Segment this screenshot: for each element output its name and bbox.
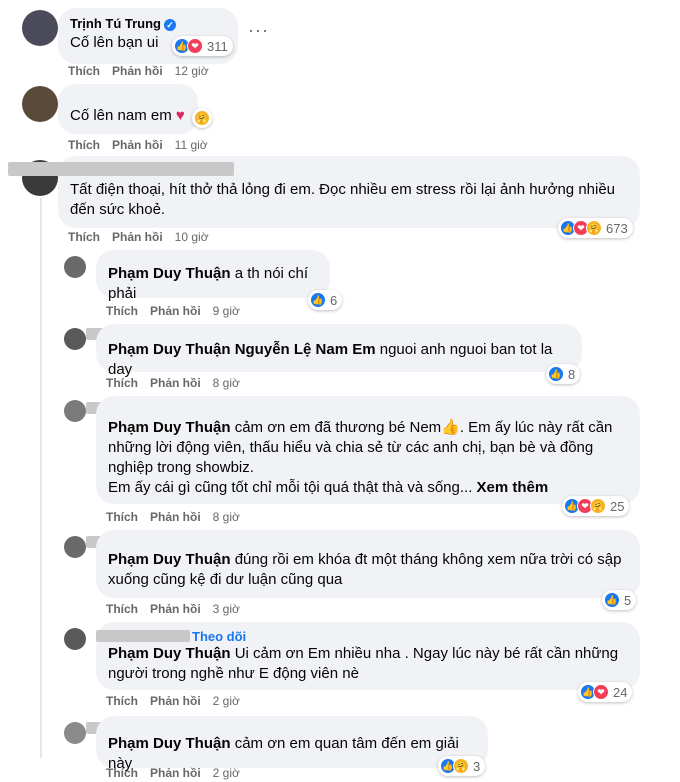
reaction-count: 24 (613, 684, 628, 700)
reaction-summary[interactable]: 👍 ❤ 24 (578, 682, 633, 702)
reply-button[interactable]: Phản hồi (150, 694, 201, 708)
reply-button[interactable]: Phản hồi (150, 304, 201, 318)
avatar[interactable] (64, 400, 86, 422)
redacted-name (96, 630, 190, 642)
verified-icon: ✓ (164, 18, 176, 31)
timestamp[interactable]: 8 giờ (213, 510, 240, 524)
reaction-summary[interactable]: 🤗 (192, 108, 212, 128)
mention[interactable]: Phạm Duy Thuận (108, 645, 231, 662)
timestamp[interactable]: 8 giờ (213, 376, 240, 390)
reply-button[interactable]: Phản hồi (150, 510, 201, 524)
reaction-summary[interactable]: 👍 ❤ 311 (172, 36, 233, 56)
mention[interactable]: Nguyễn Lệ Nam Em (235, 341, 376, 358)
mention[interactable]: Phạm Duy Thuận (108, 419, 231, 436)
comment-actions: Thích Phản hồi 12 giờ (68, 64, 221, 78)
reply-button[interactable]: Phản hồi (112, 64, 163, 78)
mention[interactable]: Phạm Duy Thuận (108, 551, 231, 568)
reply-button[interactable]: Phản hồi (150, 376, 201, 390)
comment-text: Tất điện thoại, hít thở thả lỏng đi em. … (70, 181, 616, 218)
timestamp[interactable]: 11 giờ (175, 138, 208, 152)
like-button[interactable]: Thích (106, 304, 138, 318)
reply-bubble: Phạm Duy Thuận a th nói chí phải (96, 250, 330, 302)
timestamp[interactable]: 3 giờ (213, 602, 240, 616)
like-icon: 👍 (310, 292, 326, 308)
mention[interactable]: Phạm Duy Thuận (108, 341, 231, 358)
reply-text-continued: Em ấy cái gì cũng tốt chỉ mỗi tội quá th… (108, 479, 473, 496)
reaction-count: 3 (473, 758, 481, 774)
like-button[interactable]: Thích (68, 64, 100, 78)
reply-bubble: Phạm Duy Thuận đúng rồi em khóa đt một t… (96, 530, 640, 598)
reply-bubble: Phạm Duy Thuận cảm ơn em quan tâm đến em… (96, 716, 488, 772)
avatar[interactable] (64, 722, 86, 744)
like-button[interactable]: Thích (68, 138, 100, 152)
reaction-count: 673 (606, 220, 628, 236)
see-more-link[interactable]: Xem thêm (477, 479, 549, 496)
like-button[interactable]: Thích (106, 376, 138, 390)
care-icon: 🤗 (194, 110, 210, 126)
avatar[interactable] (64, 628, 86, 650)
reply-button[interactable]: Phản hồi (150, 602, 201, 616)
reply-actions: Thích Phản hồi 2 giờ (106, 766, 252, 780)
reply-actions: Thích Phản hồi 3 giờ (106, 602, 252, 616)
reaction-summary[interactable]: 👍 8 (546, 364, 581, 384)
like-icon: 👍 (548, 366, 564, 382)
avatar[interactable] (22, 86, 58, 122)
reply-button[interactable]: Phản hồi (112, 138, 163, 152)
like-button[interactable]: Thích (106, 510, 138, 524)
reaction-summary[interactable]: 👍 ❤ 🤗 673 (558, 218, 633, 238)
mention[interactable]: Phạm Duy Thuận (108, 265, 231, 282)
love-icon: ❤ (593, 684, 609, 700)
like-icon: 👍 (604, 592, 620, 608)
reaction-count: 6 (330, 292, 338, 308)
more-options-icon[interactable]: ··· (248, 20, 269, 41)
reply-actions: Thích Phản hồi 8 giờ (106, 510, 252, 524)
love-icon: ❤ (187, 38, 203, 54)
like-button[interactable]: Thích (106, 602, 138, 616)
timestamp[interactable]: 2 giờ (213, 766, 240, 780)
timestamp[interactable]: 2 giờ (213, 694, 240, 708)
care-icon: 🤗 (586, 220, 602, 236)
reply-button[interactable]: Phản hồi (150, 766, 201, 780)
redacted-name (8, 162, 234, 176)
like-button[interactable]: Thích (106, 766, 138, 780)
mention[interactable]: Phạm Duy Thuận (108, 735, 231, 752)
comment-actions: Thích Phản hồi 10 giờ (68, 230, 221, 244)
reaction-count: 311 (207, 38, 228, 54)
reply-actions: Thích Phản hồi 9 giờ (106, 304, 252, 318)
timestamp[interactable]: 9 giờ (213, 304, 240, 318)
care-icon: 🤗 (590, 498, 606, 514)
reply-bubble: Phạm Duy Thuận cảm ơn em đã thương bé Ne… (96, 396, 640, 504)
like-button[interactable]: Thích (68, 230, 100, 244)
care-icon: 🤗 (453, 758, 469, 774)
reaction-count: 5 (624, 592, 632, 608)
reply-button[interactable]: Phản hồi (112, 230, 163, 244)
reaction-summary[interactable]: 👍 🤗 3 (438, 756, 486, 776)
reaction-summary[interactable]: 👍 5 (602, 590, 637, 610)
reply-bubble: Phạm Duy Thuận Nguyễn Lệ Nam Em nguoi an… (96, 324, 582, 378)
heart-icon: ♥ (175, 107, 185, 124)
follow-button[interactable]: Theo dõi (192, 629, 246, 644)
avatar[interactable] (64, 536, 86, 558)
reaction-summary[interactable]: 👍 ❤ 🤗 25 (562, 496, 630, 516)
like-button[interactable]: Thích (106, 694, 138, 708)
reaction-summary[interactable]: 👍 6 (308, 290, 343, 310)
comment-author[interactable]: Trịnh Tú Trung (70, 16, 161, 31)
timestamp[interactable]: 10 giờ (175, 230, 209, 244)
avatar[interactable] (64, 256, 86, 278)
reply-actions: Thích Phản hồi 8 giờ (106, 376, 252, 390)
reply-actions: Thích Phản hồi 2 giờ (106, 694, 252, 708)
comment-actions: Thích Phản hồi 11 giờ (68, 138, 220, 152)
reaction-count: 8 (568, 366, 576, 382)
timestamp[interactable]: 12 giờ (175, 64, 209, 78)
comment-text: Cố lên nam em (70, 107, 172, 124)
comment-text: Cố lên bạn ui (70, 34, 159, 51)
reaction-count: 25 (610, 498, 625, 514)
avatar[interactable] (22, 10, 58, 46)
avatar[interactable] (64, 328, 86, 350)
comment-bubble: Cố lên nam em ♥ (58, 84, 198, 134)
thread-line (40, 198, 42, 758)
